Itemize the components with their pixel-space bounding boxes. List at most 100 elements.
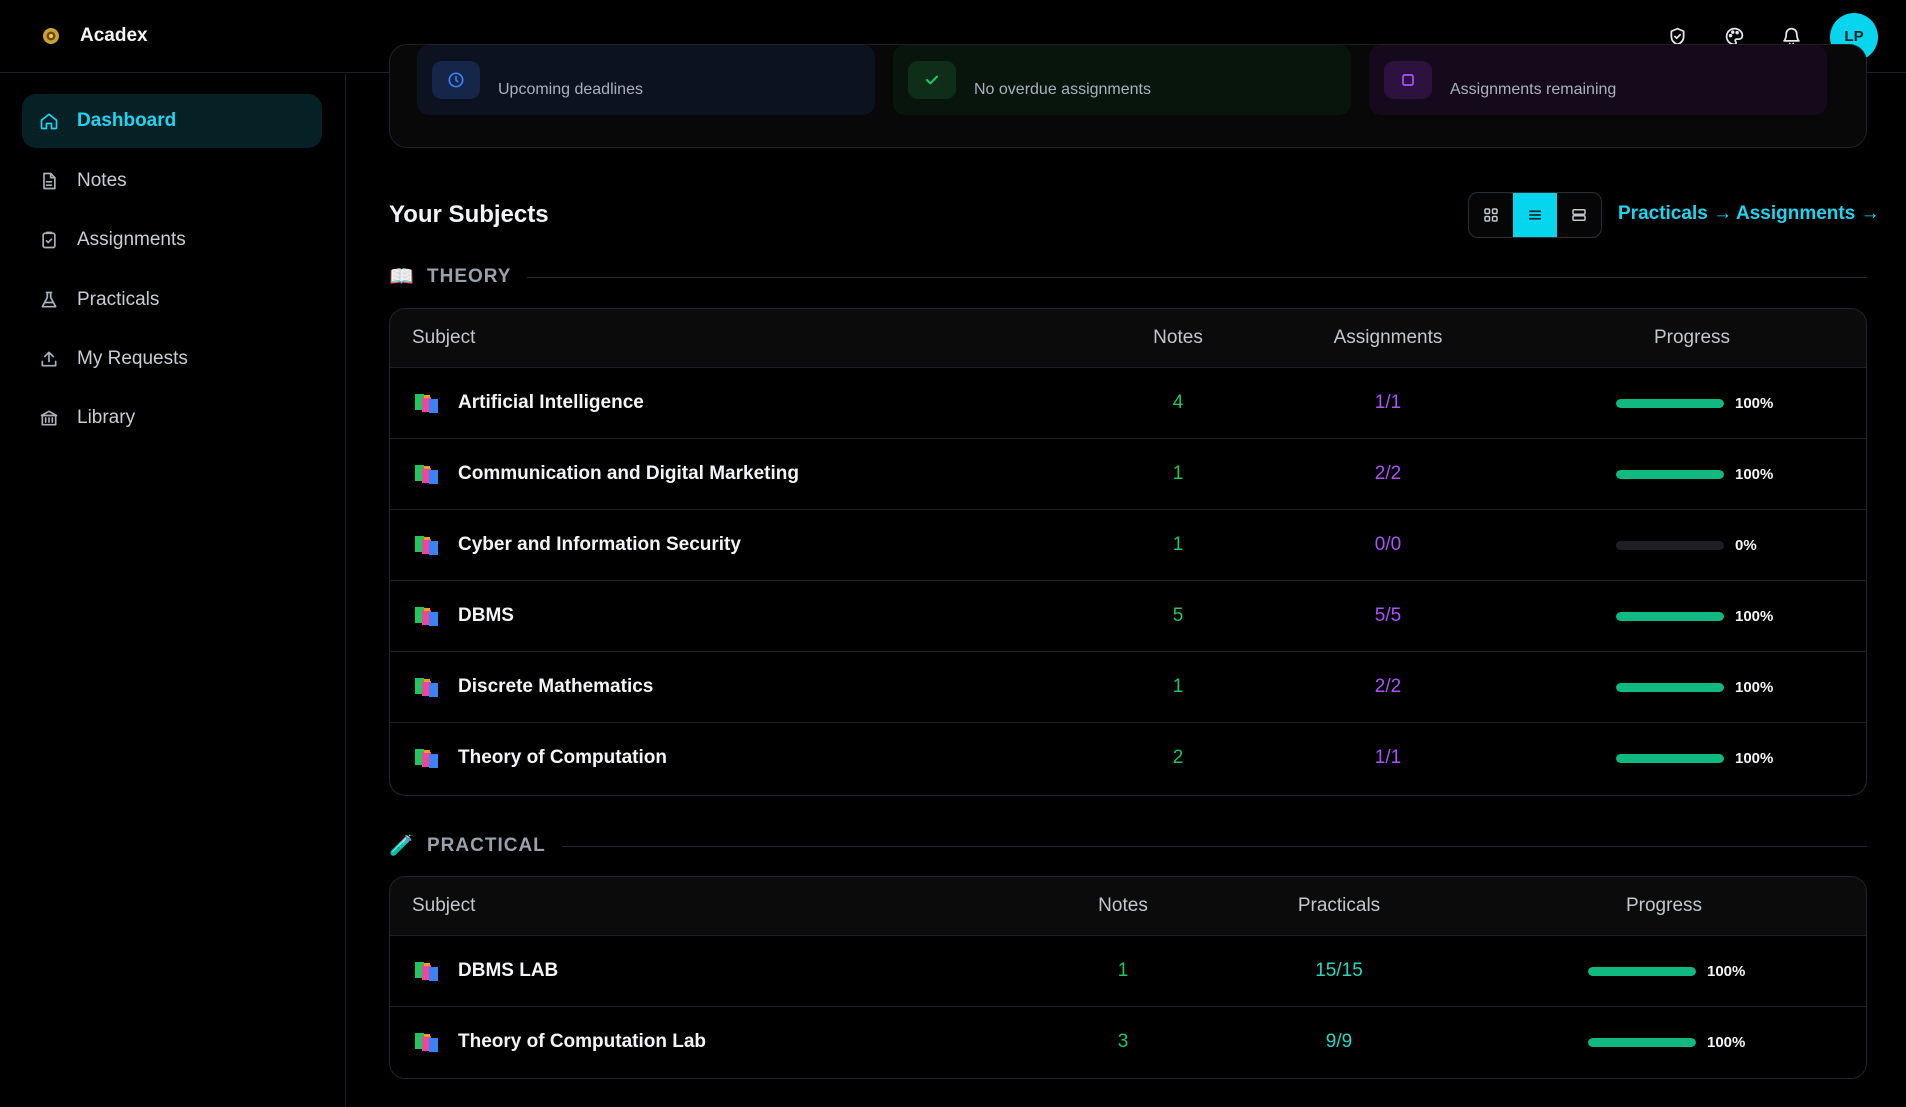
progress-cell: 0% (1616, 510, 1757, 580)
progress-fill (1588, 1037, 1696, 1047)
sidebar-item-label: Assignments (77, 229, 186, 250)
table-row[interactable]: Cyber and Information Security 1 0/0 0% (390, 509, 1866, 580)
progress-fill (1616, 753, 1724, 763)
progress-bar (1616, 611, 1724, 621)
column-header-notes: Notes (1153, 327, 1203, 348)
progress-bar (1616, 682, 1724, 692)
clipboard-check-icon (42, 231, 56, 249)
subject-name: DBMS (458, 605, 514, 626)
progress-cell: 100% (1616, 581, 1773, 651)
column-header-assignments: Assignments (1333, 327, 1443, 348)
table-row[interactable]: Communication and Digital Marketing 1 2/2 1… (390, 438, 1866, 509)
subject-cell: Theory of Computation (414, 723, 667, 793)
table-row[interactable]: DBMS LAB 1 15/15 100% (390, 935, 1866, 1006)
progress-fill (1588, 966, 1696, 976)
progress-fill (1616, 611, 1724, 621)
stat-card-remaining[interactable]: Assignments remaining (1369, 45, 1827, 115)
subject-name: Discrete Mathematics (458, 676, 654, 697)
column-header-practicals: Practicals (1297, 895, 1381, 916)
progress-bar (1616, 540, 1724, 550)
brand[interactable]: Acadex (40, 25, 148, 47)
compact-view-icon[interactable] (1557, 193, 1601, 237)
upload-icon (41, 351, 57, 367)
progress-fill (1616, 469, 1724, 479)
sidebar-item-library[interactable]: Library (22, 391, 322, 445)
subject-cell: Discrete Mathematics (414, 652, 653, 722)
notes-count: 4 (1172, 392, 1184, 413)
progress-percent: 100% (1735, 678, 1774, 696)
progress-percent: 100% (1735, 465, 1774, 483)
sidebar-item-notes[interactable]: Notes (22, 154, 322, 208)
table-row[interactable]: Theory of Computation 2 1/1 100% (390, 722, 1866, 793)
column-header-progress: Progress (1653, 327, 1731, 348)
sidebar-item-label: My Requests (77, 348, 188, 369)
column-header-notes: Notes (1098, 895, 1148, 916)
table-row[interactable]: Theory of Computation Lab 3 9/9 100% (390, 1006, 1866, 1077)
subject-name: Theory of Computation Lab (458, 1031, 707, 1052)
practical-group-header: 🧪 PRACTICAL (389, 834, 1867, 858)
group-label: THEORY (427, 266, 512, 287)
completion-count: 2/2 (1374, 463, 1402, 484)
subject-cell: Theory of Computation Lab (414, 1007, 706, 1077)
list-view-icon[interactable] (1513, 193, 1557, 237)
sidebar-item-my-requests[interactable]: My Requests (22, 332, 322, 386)
divider (561, 845, 1867, 847)
clock-icon (432, 61, 480, 99)
stat-subtitle: Upcoming deadlines (498, 81, 643, 98)
column-header-subject: Subject (412, 327, 476, 348)
progress-bar (1616, 469, 1724, 479)
notes-count: 5 (1172, 605, 1184, 626)
stat-card-upcoming[interactable]: Upcoming deadlines (417, 45, 875, 115)
section-title: Your Subjects (389, 201, 549, 228)
grid-view-icon[interactable] (1469, 193, 1513, 237)
completion-count: 1/1 (1374, 392, 1402, 413)
progress-percent: 100% (1735, 607, 1774, 625)
theory-group-header: 📖 THEORY (389, 265, 1867, 289)
subject-name: DBMS LAB (458, 960, 559, 981)
books-icon (415, 536, 438, 555)
books-icon (415, 394, 438, 413)
progress-percent: 100% (1707, 962, 1746, 980)
sidebar-item-dashboard[interactable]: Dashboard (22, 94, 322, 148)
progress-percent: 100% (1735, 394, 1774, 412)
assignments-link[interactable]: Assignments → (1736, 203, 1880, 225)
progress-bar (1616, 753, 1724, 763)
progress-percent: 100% (1707, 1033, 1746, 1051)
subject-cell: Artificial Intelligence (414, 368, 644, 438)
progress-percent: 0% (1735, 536, 1757, 554)
notes-count: 3 (1117, 1031, 1129, 1052)
progress-cell: 100% (1588, 936, 1745, 1006)
completion-count: 0/0 (1374, 534, 1402, 555)
table-row[interactable]: Discrete Mathematics 1 2/2 100% (390, 651, 1866, 722)
column-header-progress: Progress (1625, 895, 1703, 916)
progress-cell: 100% (1616, 652, 1773, 722)
subject-cell: DBMS (414, 581, 514, 651)
subject-name: Theory of Computation (458, 747, 667, 768)
main-content: Upcoming deadlines No overdue assignment… (347, 44, 1906, 1107)
book-icon: 📖 (389, 266, 414, 288)
sidebar-item-assignments[interactable]: Assignments (22, 213, 322, 267)
stat-subtitle: No overdue assignments (974, 81, 1151, 98)
table-header: Subject Notes Assignments Progress (390, 309, 1866, 367)
stat-card-overdue[interactable]: No overdue assignments (893, 45, 1351, 115)
progress-cell: 100% (1616, 439, 1773, 509)
table-row[interactable]: DBMS 5 5/5 100% (390, 580, 1866, 651)
sidebar-item-practicals[interactable]: Practicals (22, 273, 322, 327)
progress-bar (1588, 966, 1696, 976)
progress-fill (1616, 682, 1724, 692)
table-header: Subject Notes Practicals Progress (390, 877, 1866, 935)
table-row[interactable]: Artificial Intelligence 4 1/1 100% (390, 367, 1866, 438)
acadex-logo-icon (43, 28, 59, 44)
books-icon (415, 607, 438, 626)
subject-name: Communication and Digital Marketing (458, 463, 799, 484)
app-name: Acadex (80, 25, 148, 46)
books-icon (415, 962, 438, 981)
notes-count: 1 (1172, 676, 1184, 697)
notes-count: 1 (1172, 463, 1184, 484)
flask-icon (41, 291, 57, 308)
practicals-link[interactable]: Practicals → (1618, 203, 1732, 225)
books-icon (415, 465, 438, 484)
completion-count: 5/5 (1374, 605, 1402, 626)
test-tube-icon: 🧪 (389, 835, 414, 857)
divider (527, 276, 1867, 278)
